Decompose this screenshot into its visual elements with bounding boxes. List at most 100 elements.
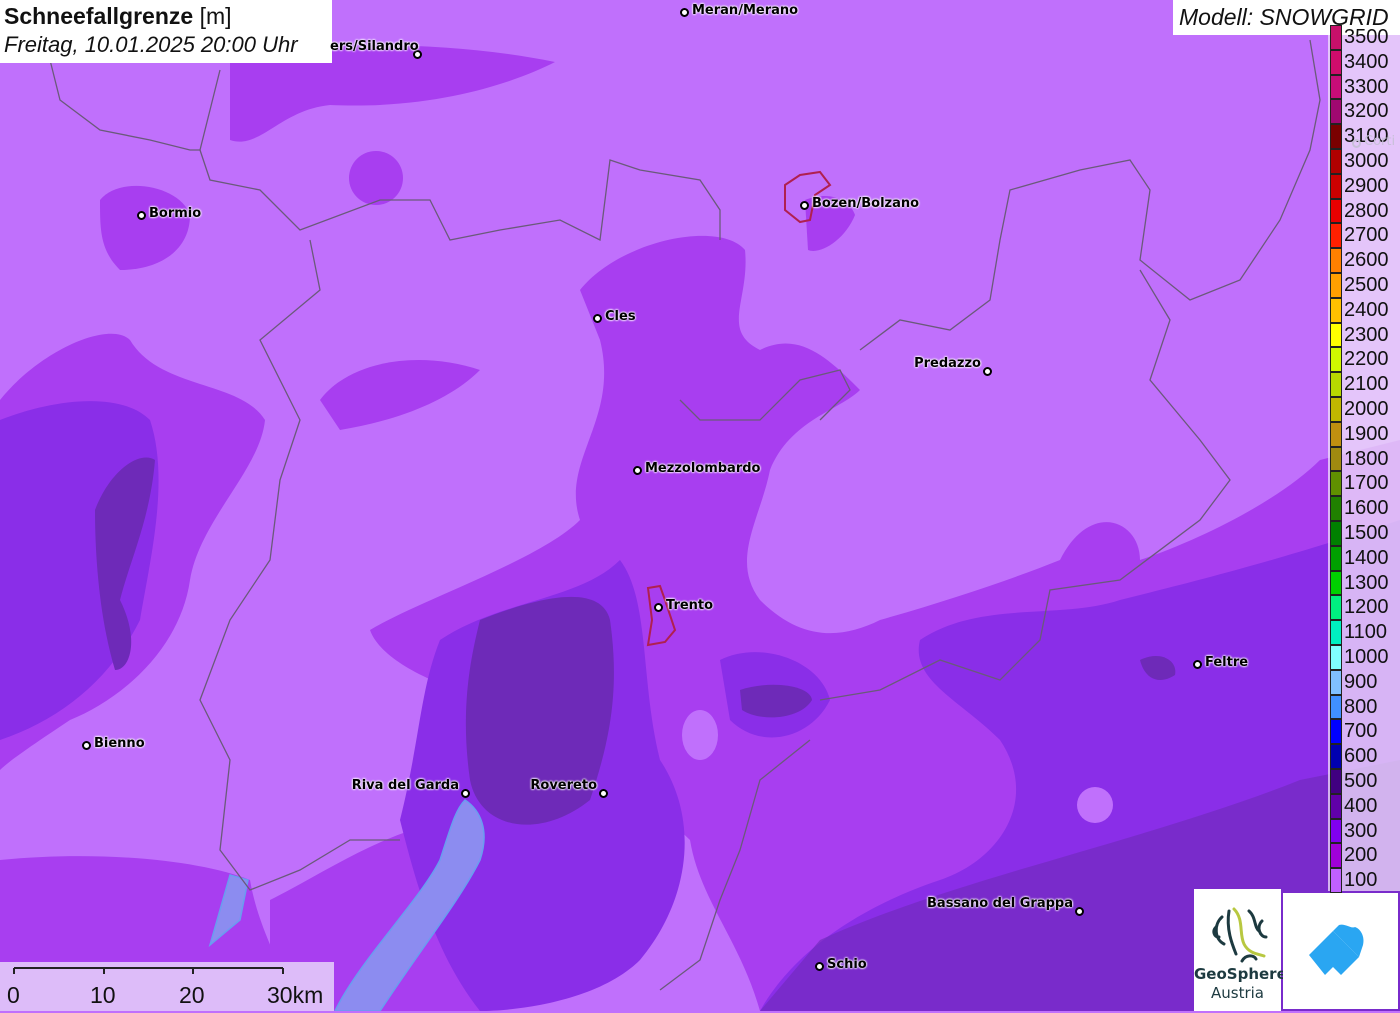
geosphere-name: GeoSphere xyxy=(1194,965,1287,983)
legend-entry: 2700 xyxy=(1328,223,1400,249)
legend-swatch xyxy=(1330,521,1342,546)
city-label: Cles xyxy=(605,309,636,324)
legend-entry: 1200 xyxy=(1328,595,1400,621)
legend-swatch xyxy=(1330,25,1342,50)
legend-entry: 1400 xyxy=(1328,545,1400,571)
geosphere-emblem-icon xyxy=(1212,907,1268,963)
legend-entry: 2200 xyxy=(1328,347,1400,373)
city-label: Bienno xyxy=(94,736,145,751)
snowline-hole xyxy=(1077,787,1113,823)
legend-swatch xyxy=(1330,545,1342,571)
city-label: Schio xyxy=(827,957,867,972)
legend-swatch xyxy=(1330,719,1342,745)
city-marker xyxy=(598,788,608,798)
legend-entry: 700 xyxy=(1328,719,1400,745)
scale-label: 10 xyxy=(90,982,116,1008)
color-legend: 3500 3400 3300 3200 3100 3000 2900 2800 2700 2600… xyxy=(1328,25,1400,893)
city-label: Bozen/Bolzano xyxy=(812,196,920,211)
legend-label: 200 xyxy=(1344,844,1378,867)
legend-entry: 300 xyxy=(1328,818,1400,844)
legend-label: 2800 xyxy=(1344,199,1389,222)
legend-label: 1700 xyxy=(1344,472,1389,495)
city-label: Feltre xyxy=(1205,655,1249,670)
legend-swatch xyxy=(1330,372,1342,397)
legend-label: 1600 xyxy=(1344,497,1389,520)
legend-entry: 2600 xyxy=(1328,248,1400,273)
legend-swatch xyxy=(1330,149,1342,174)
legend-swatch xyxy=(1330,248,1342,273)
legend-label: 3400 xyxy=(1344,50,1389,73)
legend-entry: 3400 xyxy=(1328,49,1400,75)
legend-entry: 2900 xyxy=(1328,173,1400,199)
legend-swatch xyxy=(1330,645,1342,670)
legend-entry: 1300 xyxy=(1328,570,1400,596)
city-marker xyxy=(1351,138,1361,148)
legend-swatch xyxy=(1330,570,1342,596)
legend-label: 3200 xyxy=(1344,100,1389,123)
city-label: Bormio xyxy=(149,206,202,221)
legend-entry: 3300 xyxy=(1328,74,1400,100)
legend-swatch xyxy=(1330,421,1342,447)
city-marker xyxy=(679,7,689,17)
legend-label: 2100 xyxy=(1344,373,1389,396)
city-label: Meran/Merano xyxy=(692,3,799,18)
scale-label: 20 xyxy=(179,982,205,1008)
legend-entry: 1700 xyxy=(1328,471,1400,497)
legend-swatch xyxy=(1330,446,1342,472)
legend-label: 1000 xyxy=(1344,646,1389,668)
legend-entry: 2400 xyxy=(1328,297,1400,323)
legend-label: 1300 xyxy=(1344,571,1389,594)
legend-label: 800 xyxy=(1344,695,1378,718)
legend-swatch xyxy=(1330,322,1342,348)
city-marker xyxy=(653,602,663,612)
legend-label: 100 xyxy=(1344,869,1378,892)
geosphere-country: Austria xyxy=(1211,984,1264,1002)
legend-entry: 2100 xyxy=(1328,372,1400,397)
legend-entry: 1000 xyxy=(1328,645,1400,670)
snowgrid-logo[interactable] xyxy=(1283,893,1398,1009)
legend-entry: 200 xyxy=(1328,843,1400,869)
city-marker xyxy=(632,465,642,475)
legend-label: 500 xyxy=(1344,770,1378,792)
city-marker xyxy=(136,210,146,220)
city-marker xyxy=(1192,659,1202,669)
legend-entry: 1100 xyxy=(1328,620,1400,645)
legend-label: 1800 xyxy=(1344,447,1389,470)
legend-swatch xyxy=(1330,843,1342,869)
legend-entry: 1900 xyxy=(1328,421,1400,447)
scale-label: 0 xyxy=(7,982,20,1008)
map-canvas[interactable] xyxy=(0,0,1400,1011)
legend-label: 400 xyxy=(1344,794,1378,817)
legend-label: 2300 xyxy=(1344,323,1389,346)
city-marker xyxy=(814,961,824,971)
legend-entry: 500 xyxy=(1328,769,1400,794)
legend-swatch xyxy=(1330,471,1342,497)
legend-entry: 600 xyxy=(1328,744,1400,769)
legend-entry: 800 xyxy=(1328,694,1400,720)
legend-swatch xyxy=(1330,49,1342,75)
city-marker xyxy=(460,788,470,798)
legend-entry: 2300 xyxy=(1328,322,1400,348)
geosphere-logo[interactable]: GeoSphere Austria xyxy=(1194,889,1287,1011)
legend-label: 2700 xyxy=(1344,224,1389,247)
legend-swatch xyxy=(1330,769,1342,794)
legend-entry: 900 xyxy=(1328,669,1400,695)
legend-label: 2000 xyxy=(1344,398,1389,420)
city-marker xyxy=(799,200,809,210)
legend-label: 300 xyxy=(1344,819,1378,842)
city-label: Riva del Garda xyxy=(351,778,459,793)
legend-swatch xyxy=(1330,595,1342,621)
city-label: Mezzolombardo xyxy=(645,461,761,476)
legend-label: 700 xyxy=(1344,720,1378,743)
legend-entry: 100 xyxy=(1328,868,1400,893)
legend-entry: 2800 xyxy=(1328,198,1400,224)
unit-label: [m] xyxy=(199,3,232,29)
legend-swatch xyxy=(1330,669,1342,695)
legend-label: 2200 xyxy=(1344,348,1389,371)
legend-label: 1500 xyxy=(1344,522,1389,544)
legend-swatch xyxy=(1330,744,1342,769)
legend-swatch xyxy=(1330,198,1342,224)
snowline-hole xyxy=(682,710,718,760)
legend-label: 3300 xyxy=(1344,75,1389,98)
legend-label: 900 xyxy=(1344,670,1378,693)
